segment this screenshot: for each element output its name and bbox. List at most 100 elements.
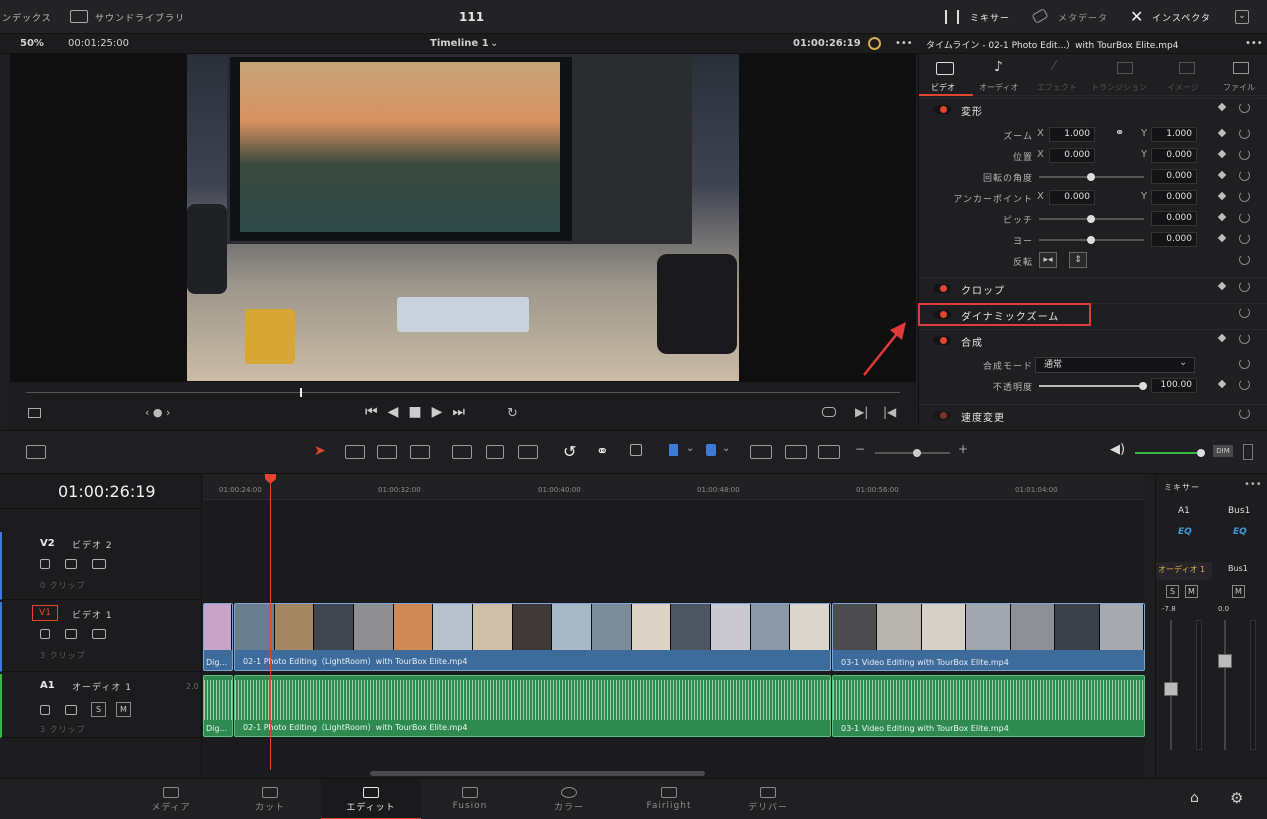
layout-icon[interactable] <box>26 445 46 459</box>
keyframe-icon[interactable] <box>1217 233 1227 243</box>
match-frame-icon[interactable] <box>822 407 836 417</box>
tab-video[interactable]: ビデオ <box>919 54 973 96</box>
timeline-selector[interactable]: Timeline 1 <box>430 38 489 49</box>
opacity-slider[interactable] <box>1039 382 1147 390</box>
page-fusion[interactable]: Fusion <box>420 779 520 819</box>
solo-button[interactable]: S <box>1166 585 1179 598</box>
anchor-x-field[interactable]: 0.000 <box>1049 190 1095 205</box>
section-composite[interactable]: 合成 <box>919 329 1267 351</box>
page-color[interactable]: カラー <box>519 779 619 819</box>
keyframe-icon[interactable] <box>1217 212 1227 222</box>
keyframe-icon[interactable] <box>1217 333 1227 343</box>
link-icon[interactable]: ⚭ <box>596 442 609 460</box>
keyframe-icon[interactable] <box>1217 170 1227 180</box>
playback-controls[interactable]: ⏮◀■▶⏭ <box>365 404 475 420</box>
lock-icon[interactable] <box>40 559 50 569</box>
anchor-y-field[interactable]: 0.000 <box>1151 190 1197 205</box>
gear-icon[interactable]: ⚙ <box>1230 789 1243 807</box>
blade-tool-icon[interactable] <box>410 445 430 459</box>
chevron-down-icon[interactable]: ⌄ <box>1179 357 1187 368</box>
audio-clip[interactable]: 02-1 Photo Editing（LightRoom）with TourBo… <box>234 675 831 737</box>
enable-toggle[interactable] <box>933 105 951 114</box>
tab-audio[interactable]: ♪ オーディオ <box>975 54 1029 96</box>
mute-button[interactable]: M <box>116 702 131 717</box>
yaw-field[interactable]: 0.000 <box>1151 232 1197 247</box>
zoom-detail-icon[interactable] <box>785 445 807 459</box>
chevron-down-icon[interactable]: ⌄ <box>686 443 694 454</box>
section-speed-change[interactable]: 速度変更 <box>919 404 1267 426</box>
scrubber-handle[interactable] <box>300 388 302 397</box>
mixer-icon[interactable] <box>945 10 959 24</box>
zoom-select[interactable]: 50% <box>20 38 44 49</box>
playhead[interactable] <box>270 474 271 770</box>
reset-icon[interactable] <box>1239 307 1250 318</box>
scrubber-track[interactable] <box>26 392 900 393</box>
chevron-down-icon[interactable]: ⌄ <box>490 38 498 49</box>
keyframe-icon[interactable] <box>1217 191 1227 201</box>
enable-toggle[interactable] <box>933 336 951 345</box>
zoom-custom-icon[interactable] <box>818 445 840 459</box>
auto-select-icon[interactable] <box>65 629 77 639</box>
metadata-toggle[interactable]: メタデータ <box>1058 11 1108 24</box>
auto-select-icon[interactable] <box>65 559 77 569</box>
keyframe-icon[interactable] <box>1217 281 1227 291</box>
reset-icon[interactable] <box>1239 191 1250 202</box>
inspector-toggle[interactable]: インスペクタ <box>1152 11 1211 24</box>
zoom-slider[interactable] <box>875 449 950 457</box>
video-clip[interactable]: 03-1 Video Editing with TourBox Elite.mp… <box>832 603 1145 671</box>
video-clip[interactable]: 02-1 Photo Editing（LightRoom）with TourBo… <box>234 603 831 671</box>
page-deliver[interactable]: デリバー <box>718 779 818 819</box>
track-visibility-icon[interactable] <box>92 629 106 639</box>
track-a1[interactable]: A1 オーディオ 1 2.0 S M 3 クリップ <box>0 674 202 738</box>
tab-file[interactable]: ファイル <box>1213 54 1267 96</box>
eq-button[interactable]: EQ <box>1233 527 1247 537</box>
flag-icon[interactable] <box>669 444 678 456</box>
sound-library-icon[interactable] <box>70 10 88 23</box>
trim-tool-icon[interactable] <box>345 445 365 459</box>
mixer-toggle[interactable]: ミキサー <box>970 11 1010 24</box>
track-v1[interactable]: V1 ビデオ 1 3 クリップ <box>0 602 202 672</box>
replace-clip-icon[interactable] <box>518 445 538 459</box>
position-x-field[interactable]: 0.000 <box>1049 148 1095 163</box>
timeline-ruler[interactable]: 01:00:24:00 01:00:32:00 01:00:40:00 01:0… <box>203 474 1145 500</box>
pitch-field[interactable]: 0.000 <box>1151 211 1197 226</box>
loop-icon[interactable]: ↻ <box>507 406 518 421</box>
chevron-down-icon[interactable]: ⌄ <box>722 443 730 454</box>
prev-edit-icon[interactable]: |◀ <box>883 405 896 419</box>
reset-icon[interactable] <box>1239 128 1250 139</box>
rotation-field[interactable]: 0.000 <box>1151 169 1197 184</box>
reset-icon[interactable] <box>1239 379 1250 390</box>
page-cut[interactable]: カット <box>220 779 320 819</box>
reset-icon[interactable] <box>1239 333 1250 344</box>
lock-icon[interactable] <box>40 629 50 639</box>
speaker-icon[interactable]: ◀) <box>1110 442 1125 457</box>
reset-icon[interactable] <box>1239 281 1250 292</box>
volume-slider[interactable] <box>1135 449 1205 457</box>
reset-icon[interactable] <box>1239 212 1250 223</box>
more-icon[interactable]: ••• <box>1245 38 1263 49</box>
jog-control[interactable]: ‹ ● › <box>145 406 170 419</box>
enable-toggle[interactable] <box>933 284 951 293</box>
tab-effects[interactable]: ⁄ エフェクト <box>1031 54 1089 96</box>
audio-clip[interactable]: 03-1 Video Editing with TourBox Elite.mp… <box>832 675 1145 737</box>
section-crop[interactable]: クロップ <box>919 277 1267 299</box>
position-y-field[interactable]: 0.000 <box>1151 148 1197 163</box>
inspector-icon[interactable]: ✕ <box>1130 7 1143 26</box>
chevron-down-icon[interactable]: ⌄ <box>1235 10 1249 24</box>
page-edit[interactable]: エディット <box>321 779 421 819</box>
dynamic-trim-icon[interactable] <box>377 445 397 459</box>
reset-icon[interactable] <box>1239 408 1250 419</box>
flip-vertical-button[interactable]: ⇕ <box>1069 252 1087 268</box>
section-transform[interactable]: 変形 <box>919 98 1267 120</box>
selection-tool-icon[interactable]: ➤ <box>314 443 326 459</box>
home-icon[interactable]: ⌂ <box>1190 790 1199 806</box>
meter-icon[interactable] <box>1243 444 1253 460</box>
page-fairlight[interactable]: Fairlight <box>619 779 719 819</box>
pitch-slider[interactable] <box>1039 215 1144 223</box>
reset-icon[interactable] <box>1239 254 1250 265</box>
keyframe-icon[interactable] <box>1217 379 1227 389</box>
more-icon[interactable]: ••• <box>1244 479 1262 490</box>
metadata-icon[interactable] <box>1031 8 1049 24</box>
track-v2[interactable]: V2 ビデオ 2 0 クリップ <box>0 532 202 600</box>
media-pool-label[interactable]: ンデックス <box>2 11 52 24</box>
